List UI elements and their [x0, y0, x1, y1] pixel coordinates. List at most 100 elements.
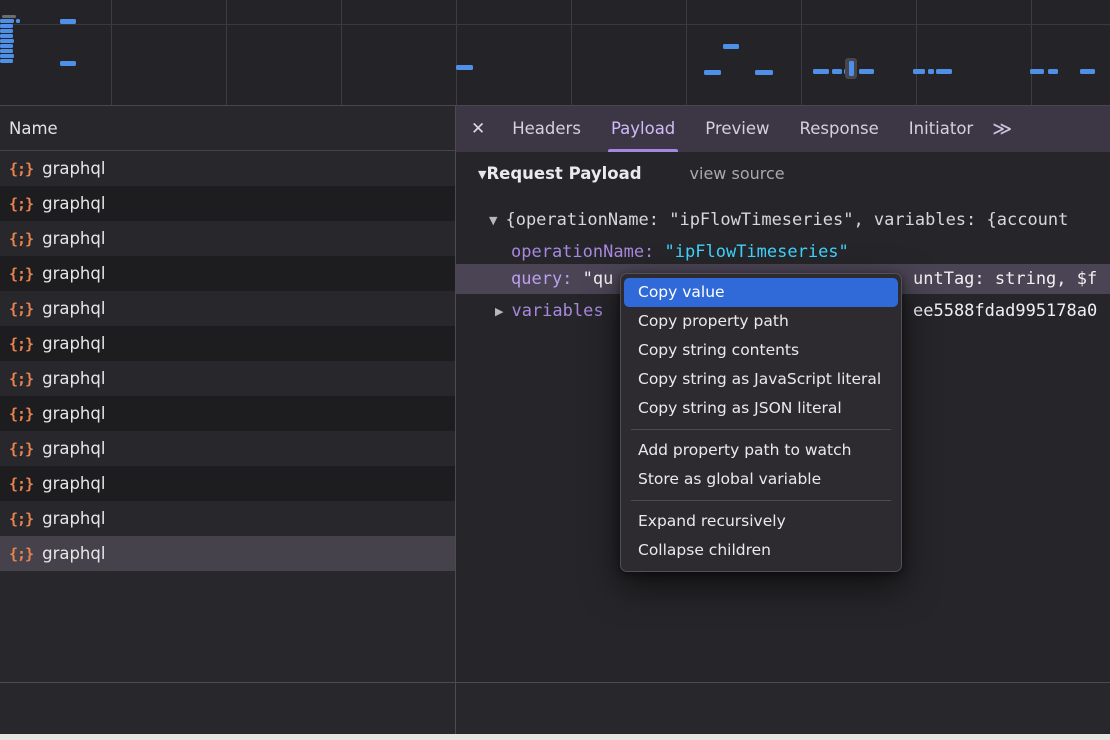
json-file-icon: {;} [9, 405, 33, 423]
request-timing-bar [60, 19, 76, 24]
overview-divider-line [0, 24, 1110, 25]
tab-response[interactable]: Response [785, 106, 894, 152]
request-timing-bar [0, 19, 14, 23]
menu-item-copy-property-path[interactable]: Copy property path [624, 307, 898, 336]
menu-item-collapse-children[interactable]: Collapse children [624, 536, 898, 565]
tab-initiator[interactable]: Initiator [894, 106, 988, 152]
expanded-triangle-icon[interactable]: ▼ [489, 214, 497, 227]
network-request-row[interactable]: {;} graphql [0, 501, 455, 536]
operation-name-row[interactable]: operationName: "ipFlowTimeseries" [511, 237, 1110, 267]
request-list: {;} graphql {;} graphql {;} graphql {;} grap… [0, 151, 455, 571]
json-file-icon: {;} [9, 335, 33, 353]
network-request-row[interactable]: {;} graphql [0, 466, 455, 501]
network-request-row[interactable]: {;} graphql [0, 361, 455, 396]
property-value-left: "qu [583, 269, 614, 289]
request-name: graphql [42, 159, 105, 178]
json-file-icon: {;} [9, 300, 33, 318]
request-payload-header[interactable]: ▼Request Payloadview source [478, 164, 785, 183]
property-key: variables [511, 301, 603, 321]
json-file-icon: {;} [9, 545, 33, 563]
request-timing-bar [723, 44, 739, 49]
json-file-icon: {;} [9, 160, 33, 178]
name-column-header[interactable]: Name [0, 106, 455, 151]
request-timing-bar [60, 61, 76, 66]
menu-item-copy-string-json-literal[interactable]: Copy string as JSON literal [624, 394, 898, 423]
network-request-row[interactable]: {;}graphql [0, 396, 455, 431]
property-key: query: [511, 269, 572, 289]
context-menu: Copy value Copy property path Copy strin… [620, 273, 902, 572]
footer-divider [0, 682, 1110, 683]
property-value-right: ee5588fdad995178a0 [913, 296, 1097, 326]
request-timing-bar [0, 49, 13, 53]
collapsed-triangle-icon[interactable]: ▶ [495, 305, 503, 318]
network-request-row[interactable]: {;} graphql [0, 256, 455, 291]
network-request-row[interactable]: {;} graphql [0, 151, 455, 186]
request-name: graphql [42, 229, 105, 248]
request-name: graphql [42, 299, 105, 318]
network-request-row[interactable]: {;} graphql [0, 221, 455, 256]
request-timing-bar [813, 69, 829, 74]
window-bottom-edge [0, 734, 1110, 740]
request-list-panel: Name {;} graphql {;} graphql {;} graphql {;… [0, 106, 455, 682]
detail-tab-bar: ✕ Headers Payload Preview Response Initi… [456, 106, 1110, 152]
request-timing-bar [832, 69, 842, 74]
json-file-icon: {;} [9, 440, 33, 458]
request-name: graphql [42, 439, 105, 458]
view-source-link[interactable]: view source [690, 164, 785, 183]
request-timing-bar [0, 44, 13, 48]
payload-root-row[interactable]: ▼{operationName: "ipFlowTimeseries", var… [489, 205, 1110, 235]
tab-payload[interactable]: Payload [596, 106, 690, 152]
menu-item-copy-string-contents[interactable]: Copy string contents [624, 336, 898, 365]
more-tabs-icon[interactable]: ≫ [992, 118, 1012, 140]
json-file-icon: {;} [9, 510, 33, 528]
menu-item-copy-string-js-literal[interactable]: Copy string as JavaScript literal [624, 365, 898, 394]
close-icon[interactable]: ✕ [471, 119, 485, 139]
json-file-icon: {;} [9, 370, 33, 388]
request-timing-bar [0, 29, 13, 33]
menu-item-add-property-path-to-watch[interactable]: Add property path to watch [624, 436, 898, 465]
request-timing-bar [0, 24, 13, 28]
json-file-icon: {;} [9, 195, 33, 213]
menu-item-copy-value[interactable]: Copy value [624, 278, 898, 307]
request-timing-bar [456, 65, 473, 70]
request-timing-bar [16, 19, 20, 23]
network-request-row-selected[interactable]: {;}graphql [0, 536, 455, 571]
network-request-row[interactable]: {;} graphql [0, 431, 455, 466]
menu-separator [631, 429, 891, 430]
menu-item-expand-recursively[interactable]: Expand recursively [624, 507, 898, 536]
request-timing-bar [0, 34, 13, 38]
name-column-label: Name [9, 119, 58, 138]
property-value-right: untTag: string, $f [913, 264, 1097, 294]
request-timing-bar [1080, 69, 1095, 74]
network-overview-timeline[interactable] [0, 0, 1110, 106]
request-timing-bar [849, 61, 854, 76]
request-timing-bar [704, 70, 721, 75]
json-file-icon: {;} [9, 265, 33, 283]
request-timing-bar [859, 69, 874, 74]
section-title: Request Payload [486, 164, 641, 183]
property-value: "ipFlowTimeseries" [665, 242, 849, 262]
request-timing-bar [0, 59, 13, 63]
request-timing-bar [0, 54, 14, 58]
request-timing-bar [913, 69, 925, 74]
network-request-row[interactable]: {;}graphql [0, 326, 455, 361]
request-name: graphql [42, 474, 105, 493]
request-timing-bar [1030, 69, 1044, 74]
request-name: graphql [42, 264, 105, 283]
panel-divider[interactable] [455, 106, 456, 740]
menu-item-store-as-global-variable[interactable]: Store as global variable [624, 465, 898, 494]
tab-headers[interactable]: Headers [497, 106, 596, 152]
request-name: graphql [42, 194, 105, 213]
request-name: graphql [42, 369, 105, 388]
devtools-network-panel: Name {;} graphql {;} graphql {;} graphql {;… [0, 0, 1110, 740]
json-file-icon: {;} [9, 475, 33, 493]
property-key: operationName: [511, 242, 654, 262]
network-request-row[interactable]: {;} graphql [0, 186, 455, 221]
request-timing-bar [928, 69, 934, 74]
request-name: graphql [42, 509, 105, 528]
menu-separator [631, 500, 891, 501]
json-file-icon: {;} [9, 230, 33, 248]
pending-request-bar [2, 15, 16, 18]
network-request-row[interactable]: {;} graphql [0, 291, 455, 326]
tab-preview[interactable]: Preview [690, 106, 784, 152]
